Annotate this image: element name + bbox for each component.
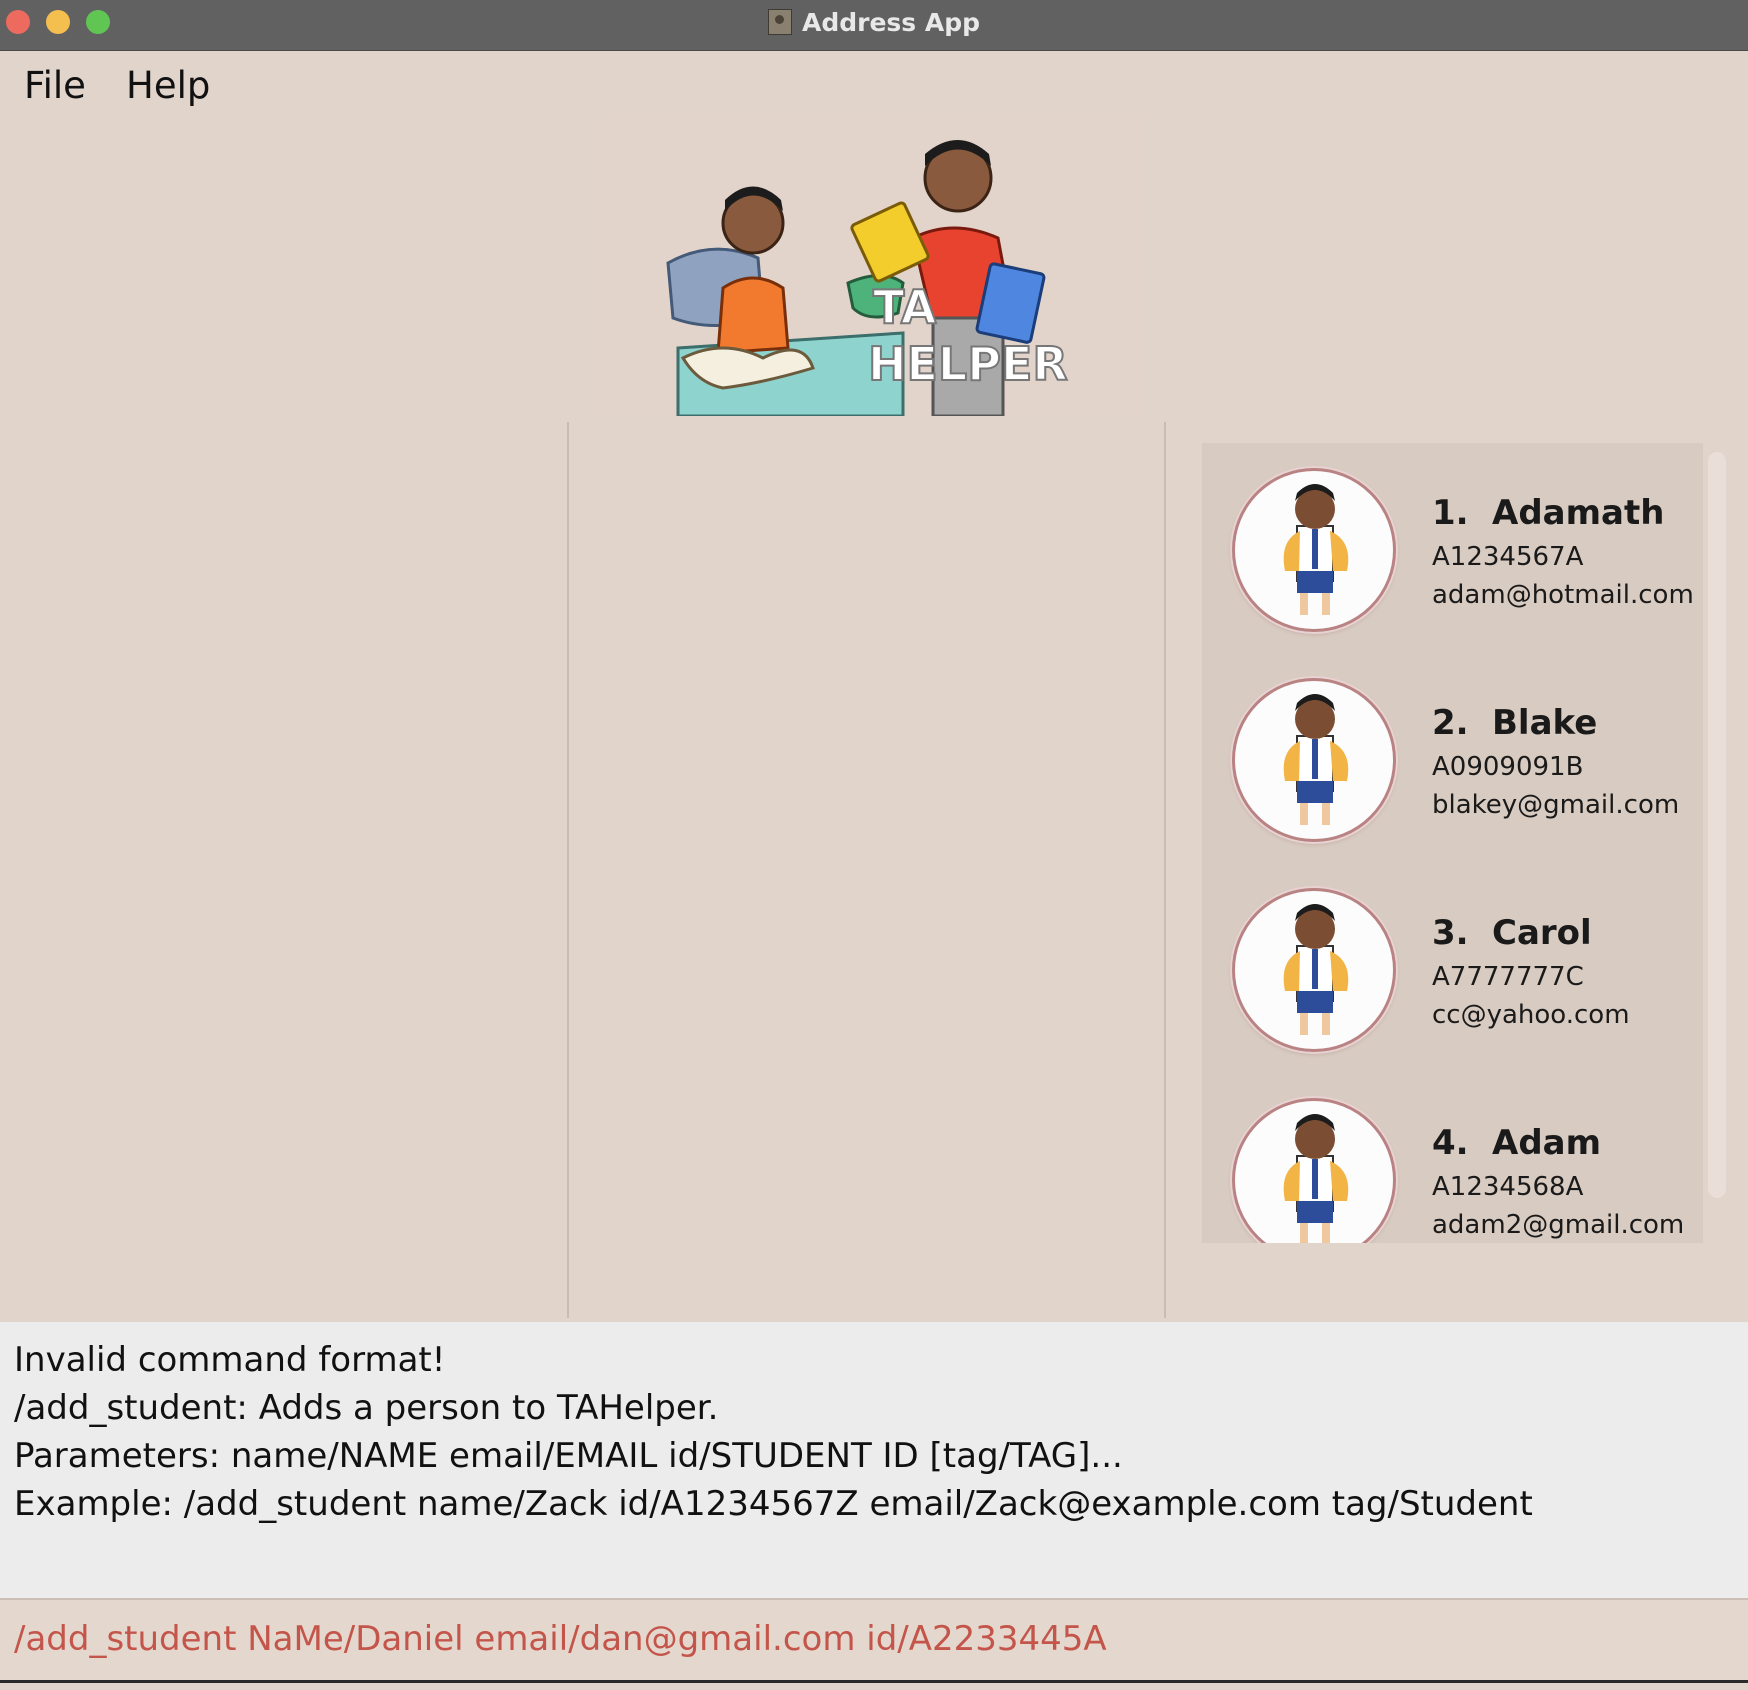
window-title: Address App (0, 8, 1748, 37)
window-title-text: Address App (801, 8, 981, 37)
person-student-id: A0909091B (1432, 752, 1584, 782)
person-index: 3. (1432, 913, 1469, 953)
ta-helper-banner: TA HELPER (603, 118, 1143, 418)
person-name: Adamath (1492, 493, 1665, 533)
person-name: Carol (1492, 913, 1592, 953)
person-name: Blake (1492, 703, 1598, 743)
student-avatar (1232, 678, 1396, 842)
person-student-id: A7777777C (1432, 962, 1584, 992)
menu-help[interactable]: Help (126, 64, 210, 107)
person-card[interactable]: 4. Adam A1234568A adam2@gmail.com (1202, 1073, 1703, 1243)
panel-divider[interactable] (1164, 422, 1166, 1318)
person-index: 4. (1432, 1123, 1469, 1163)
banner-text-ta: TA (873, 280, 937, 334)
command-box (0, 1598, 1748, 1683)
banner-text-helper: HELPER (868, 337, 1068, 391)
person-name: Adam (1492, 1123, 1602, 1163)
person-card[interactable]: 2. Blake A0909091B blakey@gmail.com (1202, 653, 1703, 843)
person-email: adam2@gmail.com (1432, 1210, 1685, 1240)
person-list-scrollbar[interactable] (1708, 452, 1726, 1198)
result-line: Example: /add_student name/Zack id/A1234… (14, 1484, 1533, 1524)
result-line: Invalid command format! (14, 1340, 446, 1380)
student-avatar (1232, 1098, 1396, 1243)
person-index: 1. (1432, 493, 1469, 533)
person-email: blakey@gmail.com (1432, 790, 1680, 820)
person-list[interactable]: 1. Adamath A1234567A adam@hotmail.com 2.… (1202, 443, 1703, 1243)
person-index: 2. (1432, 703, 1469, 743)
title-bar: Address App (0, 0, 1748, 51)
result-display: Invalid command format! /add_student: Ad… (0, 1322, 1748, 1598)
person-email: adam@hotmail.com (1432, 580, 1694, 610)
person-email: cc@yahoo.com (1432, 1000, 1630, 1030)
result-line: Parameters: name/NAME email/EMAIL id/STU… (14, 1436, 1123, 1476)
person-student-id: A1234567A (1432, 542, 1584, 572)
student-avatar (1232, 888, 1396, 1052)
panel-divider[interactable] (567, 422, 569, 1318)
result-line: /add_student: Adds a person to TAHelper. (14, 1388, 719, 1428)
banner-illustration: TA HELPER (666, 140, 1069, 418)
menu-file[interactable]: File (24, 64, 86, 107)
person-student-id: A1234568A (1432, 1172, 1584, 1202)
student-avatar (1232, 468, 1396, 632)
person-card[interactable]: 1. Adamath A1234567A adam@hotmail.com (1202, 443, 1703, 633)
app-icon (767, 9, 792, 35)
command-input[interactable] (14, 1614, 1714, 1664)
person-card[interactable]: 3. Carol A7777777C cc@yahoo.com (1202, 863, 1703, 1053)
